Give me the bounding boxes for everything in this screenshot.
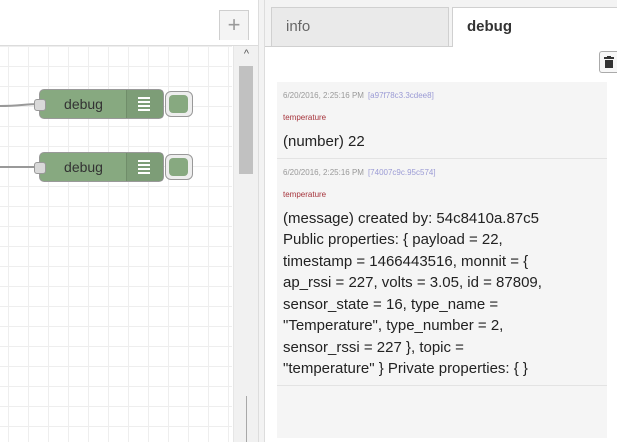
debug-node-2[interactable]: debug [34,152,164,182]
message-payload: (message) created by: 54c8410a.87c5 Publ… [283,208,601,385]
flow-workspace: + debug debug ^ [0,0,258,442]
add-flow-tab-button[interactable]: + [219,10,249,40]
sidebar: info debug 6/20/2016, 2:25:16 PM [a97f78c… [265,0,617,442]
message-topic: temperature [283,113,327,122]
tab-info[interactable]: info [271,7,449,46]
scrollbar-grip [246,396,247,442]
debug-list-icon [126,153,163,181]
workspace-vertical-scrollbar[interactable]: ^ [233,46,258,442]
payload-line: ap_rssi = 227, volts = 3.05, id = 87809, [283,274,542,291]
payload-line: "temperature" } Private properties: { } [283,360,528,377]
message-meta: 6/20/2016, 2:25:16 PM [74007c9c.95c574] [283,167,601,179]
message-topic: temperature [283,189,327,199]
message-node-id[interactable]: [a97f78c3.3cdee8] [368,91,434,100]
payload-line: sensor_state = 16, type_name = [283,295,499,313]
panel-separator[interactable] [258,0,265,442]
node-label: debug [64,96,103,112]
node-label: debug [64,159,103,175]
debug-toolbar [265,47,617,77]
message-meta: 6/20/2016, 2:25:16 PM [a97f78c3.3cdee8] [283,90,601,102]
message-payload: (number) 22 [283,131,601,158]
toggle-indicator [169,95,188,113]
payload-line: (message) created by: 54c8410a.87c5 [283,209,539,227]
payload-line: (number) 22 [283,133,365,150]
debug-node-1-toggle[interactable] [165,91,193,117]
debug-message-list[interactable]: 6/20/2016, 2:25:16 PM [a97f78c3.3cdee8] t… [277,82,607,438]
payload-line: sensor_rssi = 227 }, topic = [283,338,464,356]
clear-debug-button[interactable] [599,51,617,73]
payload-line: Public properties: { payload = 22, [283,231,503,248]
toggle-indicator [169,158,188,176]
debug-list-icon [126,90,163,118]
payload-line: timestamp = 1466443516, monnit = { [283,252,529,270]
scroll-up-icon[interactable]: ^ [234,48,258,60]
sidebar-tab-bar: info debug [265,0,617,47]
debug-message[interactable]: 6/20/2016, 2:25:16 PM [74007c9c.95c574] t… [277,159,607,386]
debug-node-2-toggle[interactable] [165,154,193,180]
flow-canvas[interactable]: debug debug [0,46,232,442]
message-node-id[interactable]: [74007c9c.95c574] [368,168,436,177]
scrollbar-thumb[interactable] [239,66,253,174]
message-timestamp: 6/20/2016, 2:25:16 PM [283,167,364,177]
message-timestamp: 6/20/2016, 2:25:16 PM [283,91,364,100]
payload-line: "Temperature", type_number = 2, [283,317,504,334]
debug-node-1[interactable]: debug [34,89,164,119]
workspace-tab-bar: + [0,0,258,46]
tab-debug[interactable]: debug [452,7,617,47]
debug-message[interactable]: 6/20/2016, 2:25:16 PM [a97f78c3.3cdee8] t… [277,82,607,159]
trash-icon [604,56,614,68]
